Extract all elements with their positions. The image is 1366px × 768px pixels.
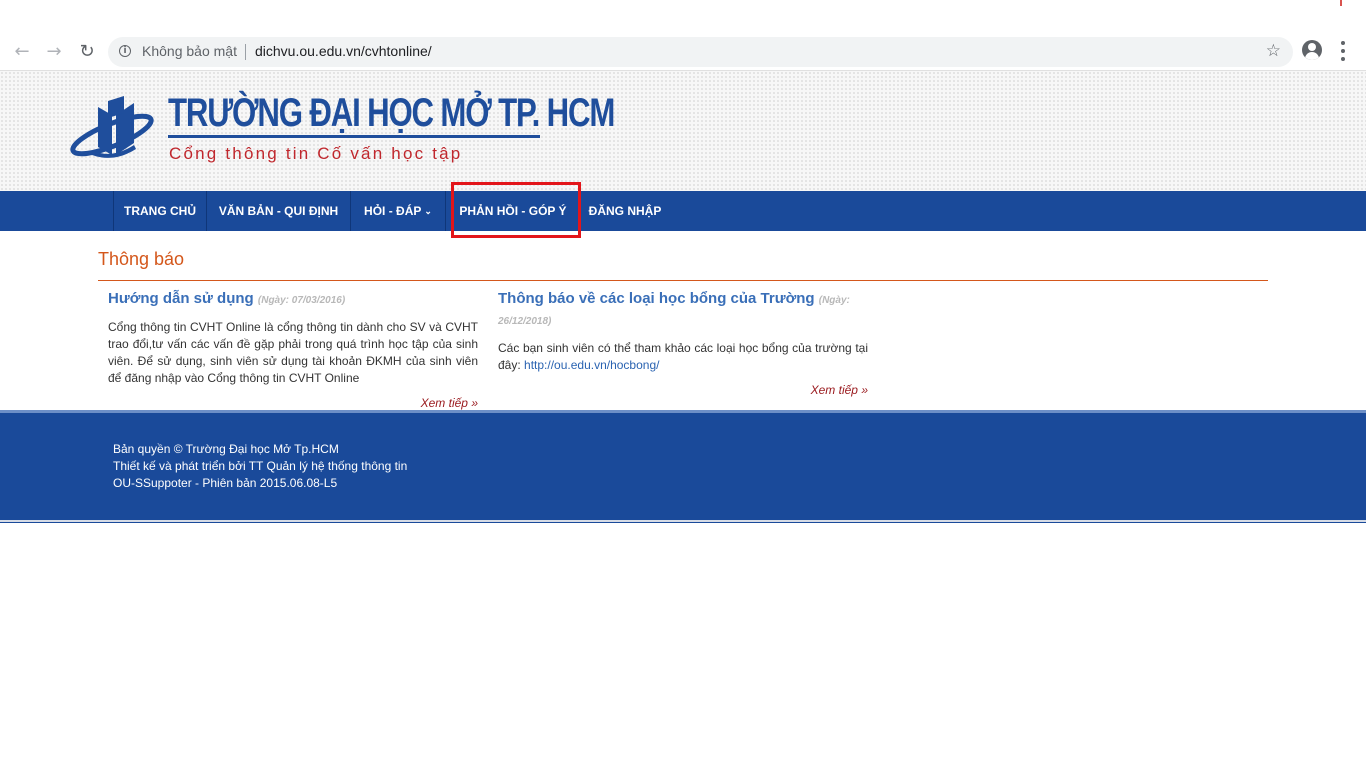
security-status[interactable]: Không bảo mật bbox=[142, 43, 237, 59]
browser-menu-icon[interactable] bbox=[1340, 41, 1346, 61]
main-nav: TRANG CHỦ VĂN BẢN - QUI ĐỊNH HỎI - ĐÁP ⌄… bbox=[0, 191, 1366, 231]
info-icon[interactable]: i bbox=[119, 45, 131, 57]
version-line: OU-SSuppoter - Phiên bản 2015.06.08-L5 bbox=[113, 476, 338, 490]
nav-item-label: PHẢN HỒI - GÓP Ý bbox=[459, 204, 567, 218]
url-text[interactable]: dichvu.ou.edu.vn/cvhtonline/ bbox=[255, 43, 432, 59]
site-title: TRƯỜNG ĐẠI HỌC MỞ TP. HCM bbox=[168, 91, 615, 135]
credit-line: Thiết kế và phát triển bởi TT Quản lý hệ… bbox=[113, 459, 408, 473]
forward-arrow-icon[interactable]: → bbox=[41, 38, 67, 64]
bookmark-star-icon[interactable]: ☆ bbox=[1266, 41, 1281, 61]
chevron-down-icon: ⌄ bbox=[424, 205, 432, 216]
section-title: Thông báo bbox=[98, 249, 185, 269]
read-more-link[interactable]: Xem tiếp » bbox=[498, 383, 868, 397]
notice-title[interactable]: Hướng dẫn sử dụng bbox=[108, 290, 254, 307]
scholarship-link[interactable]: http://ou.edu.vn/hocbong/ bbox=[524, 358, 659, 372]
section-divider bbox=[98, 280, 1268, 281]
site-header: TRƯỜNG ĐẠI HỌC MỞ TP. HCM Cổng thông tin… bbox=[0, 71, 1366, 191]
reload-icon[interactable]: ↻ bbox=[74, 38, 100, 64]
footer-text: Bản quyền © Trường Đại học Mở Tp.HCM Thi… bbox=[113, 441, 407, 492]
notice-body: Các bạn sinh viên có thể tham khảo các l… bbox=[498, 340, 868, 374]
address-divider bbox=[245, 44, 246, 60]
nav-item-home[interactable]: TRANG CHỦ bbox=[114, 191, 206, 231]
footer-bottom-border bbox=[0, 520, 1366, 522]
nav-item-qa[interactable]: HỎI - ĐÁP ⌄ bbox=[351, 191, 445, 231]
nav-item-label: VĂN BẢN - QUI ĐỊNH bbox=[218, 204, 339, 218]
address-bar[interactable]: i Không bảo mật dichvu.ou.edu.vn/cvhtonl… bbox=[108, 37, 1293, 67]
notice-body: Cổng thông tin CVHT Online là cổng thông… bbox=[108, 320, 478, 385]
nav-item-label: TRANG CHỦ bbox=[124, 204, 196, 218]
notice-title[interactable]: Thông báo về các loại học bổng của Trườn… bbox=[498, 290, 815, 307]
site-footer: Bản quyền © Trường Đại học Mở Tp.HCM Thi… bbox=[0, 410, 1366, 523]
title-underline bbox=[168, 135, 540, 138]
browser-tab-strip bbox=[0, 0, 1366, 32]
notice-item: Thông báo về các loại học bổng của Trườn… bbox=[498, 289, 868, 397]
university-logo-icon[interactable] bbox=[68, 93, 162, 163]
nav-item-label: ĐĂNG NHẬP bbox=[588, 204, 662, 218]
window-edge-mark bbox=[1340, 0, 1342, 6]
nav-item-login[interactable]: ĐĂNG NHẬP bbox=[580, 191, 670, 231]
back-arrow-icon[interactable]: ← bbox=[9, 38, 35, 64]
notice-date: (Ngày: 07/03/2016) bbox=[257, 295, 346, 306]
profile-avatar-icon[interactable] bbox=[1302, 40, 1322, 60]
browser-toolbar: ← → ↻ i Không bảo mật dichvu.ou.edu.vn/c… bbox=[0, 32, 1366, 71]
notice-item: Hướng dẫn sử dụng (Ngày: 07/03/2016) Cổn… bbox=[108, 289, 478, 410]
nav-item-feedback[interactable]: PHẢN HỒI - GÓP Ý bbox=[446, 191, 580, 231]
read-more-link[interactable]: Xem tiếp » bbox=[108, 396, 478, 410]
nav-item-documents[interactable]: VĂN BẢN - QUI ĐỊNH bbox=[207, 191, 350, 231]
copyright-line: Bản quyền © Trường Đại học Mở Tp.HCM bbox=[113, 442, 339, 456]
nav-item-label: HỎI - ĐÁP bbox=[364, 204, 422, 218]
site-subtitle: Cổng thông tin Cố vấn học tập bbox=[169, 144, 463, 163]
